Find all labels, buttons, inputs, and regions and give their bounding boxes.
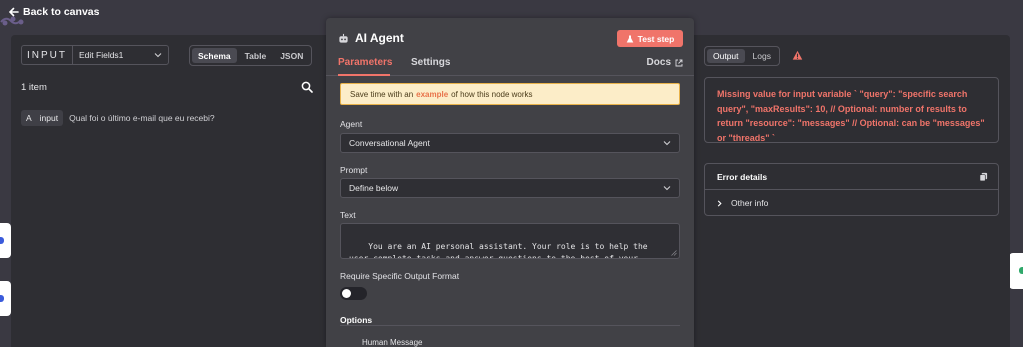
flask-icon	[626, 35, 633, 42]
chevron-down-icon	[663, 141, 671, 146]
prompt-label: Prompt	[340, 165, 368, 175]
left-edge-handle-bottom[interactable]	[0, 281, 11, 316]
right-edge-handle[interactable]	[1009, 253, 1023, 289]
example-link[interactable]: example	[416, 90, 448, 99]
other-info-label: Other info	[731, 198, 769, 208]
schema-row: A input Qual foi o último e-mail que eu …	[21, 110, 215, 126]
example-hint: Save time with an example of how this no…	[340, 83, 680, 105]
connector-dot	[0, 237, 4, 244]
tab-table[interactable]: Table	[239, 48, 273, 63]
left-edge-handle-top[interactable]	[0, 223, 11, 258]
input-title: INPUT	[21, 45, 72, 65]
input-panel: INPUT Edit Fields1 Schema Table JSON 1 i…	[11, 35, 326, 347]
agent-label: Agent	[340, 119, 363, 129]
test-step-button[interactable]: Test step	[617, 30, 683, 47]
input-view-tabs: Schema Table JSON	[189, 45, 313, 66]
other-info-row[interactable]: Other info	[705, 190, 998, 216]
output-format-label: Require Specific Output Format	[340, 271, 460, 281]
schema-field-key: input	[39, 113, 59, 123]
schema-field-value: Qual foi o último e-mail que eu recebi?	[69, 113, 215, 123]
agent-select[interactable]: Conversational Agent	[340, 133, 680, 153]
option-human-message[interactable]: Human Message	[362, 338, 422, 347]
connector-dot	[0, 295, 4, 302]
warning-icon	[792, 50, 803, 60]
node-settings-panel: AI Agent Test step Parameters Settings D…	[326, 18, 694, 347]
node-title: AI Agent	[355, 31, 404, 45]
output-format-toggle[interactable]	[340, 287, 367, 300]
back-to-canvas-link[interactable]: Back to canvas	[9, 5, 99, 19]
test-step-label: Test step	[637, 33, 675, 44]
connector-dot	[1019, 267, 1023, 274]
error-details-title: Error details	[717, 171, 768, 182]
tab-json[interactable]: JSON	[274, 48, 309, 63]
text-label: Text	[340, 210, 356, 220]
toggle-knob	[342, 289, 351, 298]
copy-icon[interactable]	[979, 172, 988, 181]
prompt-select[interactable]: Define below	[340, 178, 680, 198]
prompt-select-value: Define below	[349, 183, 399, 193]
options-title: Options	[340, 315, 373, 325]
chevron-down-icon	[154, 53, 162, 58]
tab-settings[interactable]: Settings	[411, 57, 450, 76]
agent-select-value: Conversational Agent	[349, 138, 430, 148]
arrow-left-icon	[9, 7, 19, 17]
text-input-value: You are an AI personal assistant. Your r…	[349, 242, 648, 259]
text-input[interactable]: You are an AI personal assistant. Your r…	[340, 223, 680, 259]
output-panel: Output Logs Missing value for input vari…	[694, 35, 1010, 347]
item-count: 1 item	[21, 82, 47, 93]
schema-field-chip[interactable]: A input	[21, 110, 64, 126]
hint-suffix: of how this node works	[451, 89, 533, 99]
input-node-select-value: Edit Fields1	[79, 50, 124, 60]
tab-logs[interactable]: Logs	[747, 49, 777, 63]
string-type-icon: A	[26, 113, 32, 123]
hint-prefix: Save time with an	[350, 89, 414, 99]
node-tabs: Parameters Settings Docs	[326, 56, 694, 76]
chevron-down-icon	[663, 186, 671, 191]
robot-icon	[339, 33, 348, 43]
tab-output[interactable]: Output	[707, 49, 745, 63]
error-message: Missing value for input variable ` "quer…	[704, 77, 999, 143]
tab-parameters[interactable]: Parameters	[338, 57, 392, 76]
docs-label: Docs	[646, 57, 671, 68]
search-icon[interactable]	[301, 81, 313, 93]
chevron-right-icon	[717, 199, 722, 207]
resize-handle-icon[interactable]	[671, 250, 677, 256]
input-header: INPUT Edit Fields1	[21, 45, 169, 65]
docs-link[interactable]: Docs	[647, 57, 683, 68]
external-link-icon	[675, 59, 683, 66]
input-node-select[interactable]: Edit Fields1	[72, 45, 169, 65]
options-divider	[340, 325, 680, 326]
error-details-header: Error details	[705, 164, 998, 190]
back-to-canvas-label: Back to canvas	[23, 6, 100, 18]
tab-schema[interactable]: Schema	[192, 48, 237, 63]
node-header: AI Agent	[338, 31, 404, 45]
error-details-box: Error details Other info	[704, 163, 999, 216]
output-tabs: Output Logs	[704, 46, 780, 66]
